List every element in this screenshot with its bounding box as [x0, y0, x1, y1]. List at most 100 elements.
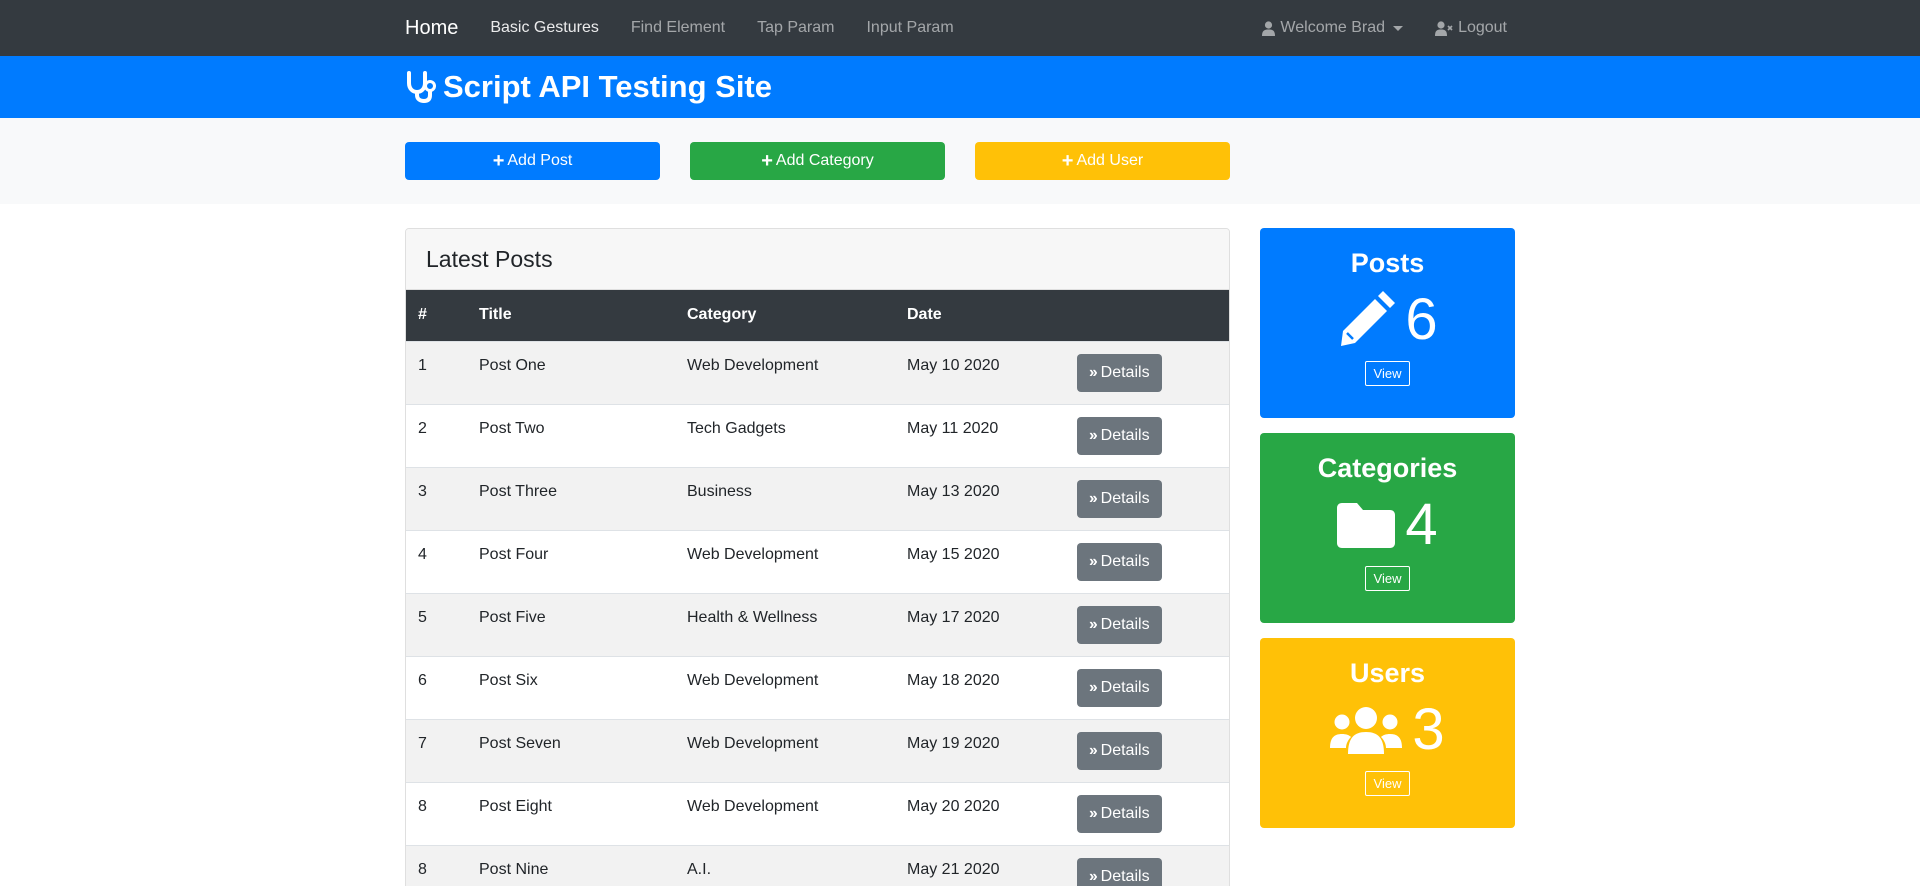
angle-double-right-icon: ››: [1089, 363, 1098, 381]
plus-icon: +: [1061, 150, 1074, 172]
folder-icon: [1337, 503, 1396, 548]
add-category-label: Add Category: [775, 152, 874, 169]
angle-double-right-icon: ››: [1089, 552, 1098, 570]
details-button[interactable]: ›› Details: [1077, 668, 1162, 707]
nav-link-find-element[interactable]: Find Element: [631, 19, 725, 37]
users-stat-row: 3: [1260, 697, 1515, 763]
details-button[interactable]: ›› Details: [1077, 542, 1162, 581]
nav-left: Home Basic Gestures Find Element Tap Par…: [405, 17, 986, 40]
cell-date: May 15 2020: [907, 545, 1000, 563]
details-button[interactable]: ›› Details: [1077, 353, 1162, 392]
stethoscope-icon: [407, 71, 436, 104]
posts-stat-row: 6: [1260, 287, 1515, 353]
nav-link-basic-gestures[interactable]: Basic Gestures: [490, 19, 598, 37]
cell-number: 6: [418, 671, 427, 689]
logout-link[interactable]: Logout: [1435, 19, 1507, 37]
cell-number: 4: [418, 545, 427, 563]
details-button[interactable]: ›› Details: [1077, 479, 1162, 518]
nav-home-link[interactable]: Home: [405, 17, 458, 40]
cell-title: Post Three: [479, 482, 557, 500]
cell-number: 2: [418, 419, 427, 437]
table-row: 1 Post One Web Development May 10 2020 ›› Det…: [406, 341, 1229, 404]
plus-icon: +: [492, 150, 505, 172]
main-content: Latest Posts # Title Category Date 1 Post…: [0, 204, 1920, 886]
view-posts-button[interactable]: View: [1364, 361, 1411, 386]
details-button[interactable]: ›› Details: [1077, 857, 1162, 886]
details-button[interactable]: ›› Details: [1077, 731, 1162, 770]
caret-down-icon: [1393, 25, 1404, 31]
column-header-number: #: [418, 306, 427, 324]
cell-number: 8: [418, 797, 427, 815]
table-row: 6 Post Six Web Development May 18 2020 ›› Det…: [406, 656, 1229, 719]
cell-date: May 17 2020: [907, 608, 1000, 626]
plus-icon: +: [761, 150, 773, 172]
posts-stat-card: Posts 6 View: [1260, 228, 1515, 418]
cell-date: May 20 2020: [907, 797, 1000, 815]
cell-title: Post Four: [479, 545, 549, 563]
latest-posts-card: Latest Posts # Title Category Date 1 Post…: [405, 228, 1230, 886]
angle-double-right-icon: ››: [1089, 804, 1098, 822]
posts-table-body: 1 Post One Web Development May 10 2020 ›› Det…: [406, 341, 1229, 886]
categories-stat-card: Categories 4 View: [1260, 433, 1515, 623]
view-users-button[interactable]: View: [1364, 771, 1411, 796]
users-icon: [1330, 707, 1403, 754]
posts-count: 6: [1405, 287, 1438, 352]
cell-category: Web Development: [687, 545, 819, 563]
categories-stat-row: 4: [1260, 492, 1515, 558]
angle-double-right-icon: ››: [1089, 489, 1098, 507]
nav-link-input-param[interactable]: Input Param: [866, 19, 953, 37]
cell-title: Post Seven: [479, 734, 561, 752]
table-row: 2 Post Two Tech Gadgets May 11 2020 ›› Detail…: [406, 404, 1229, 467]
add-category-button[interactable]: + Add Category: [690, 142, 945, 180]
cell-actions: ›› Details: [1065, 593, 1229, 656]
cell-title: Post Six: [479, 671, 538, 689]
table-row: 8 Post Nine A.I. May 21 2020 ›› Details: [406, 845, 1229, 886]
posts-table-header-row: # Title Category Date: [406, 290, 1229, 341]
table-row: 3 Post Three Business May 13 2020 ›› Details: [406, 467, 1229, 530]
details-button-label: Details: [1100, 867, 1150, 885]
cell-number: 8: [418, 860, 427, 878]
cell-number: 3: [418, 482, 427, 500]
action-bar: + Add Post + Add Category + Add User: [0, 118, 1920, 204]
cell-category: A.I.: [687, 860, 712, 878]
details-button[interactable]: ›› Details: [1077, 794, 1162, 833]
angle-double-right-icon: ››: [1089, 615, 1098, 633]
add-user-label: Add User: [1076, 152, 1144, 169]
table-row: 4 Post Four Web Development May 15 2020 ›› De…: [406, 530, 1229, 593]
users-stat-label: Users: [1349, 658, 1426, 688]
logout-label: Logout: [1458, 19, 1507, 36]
cell-actions: ›› Details: [1065, 530, 1229, 593]
column-header-actions: [1065, 290, 1229, 341]
cell-date: May 19 2020: [907, 734, 1000, 752]
user-menu-label: Welcome Brad: [1280, 19, 1386, 36]
cell-category: Web Development: [687, 356, 819, 374]
table-row: 5 Post Five Health & Wellness May 17 2020 ››…: [406, 593, 1229, 656]
view-categories-button[interactable]: View: [1364, 566, 1411, 591]
details-button-label: Details: [1100, 678, 1150, 696]
cell-date: May 21 2020: [907, 860, 1000, 878]
user-menu-dropdown[interactable]: Welcome Brad: [1262, 19, 1404, 37]
cell-date: May 18 2020: [907, 671, 1000, 689]
cell-title: Post Five: [479, 608, 546, 626]
add-post-label: Add Post: [507, 152, 573, 169]
cell-date: May 13 2020: [907, 482, 1000, 500]
details-button[interactable]: ›› Details: [1077, 605, 1162, 644]
latest-posts-title: Latest Posts: [426, 245, 553, 272]
cell-number: 5: [418, 608, 427, 626]
details-button-label: Details: [1100, 489, 1150, 507]
details-button[interactable]: ›› Details: [1077, 416, 1162, 455]
posts-table: # Title Category Date 1 Post One Web Devel…: [406, 290, 1229, 886]
cell-actions: ›› Details: [1065, 719, 1229, 782]
cell-title: Post Two: [479, 419, 545, 437]
user-icon: [1262, 20, 1276, 36]
add-user-button[interactable]: + Add User: [975, 142, 1230, 180]
cell-date: May 11 2020: [907, 419, 999, 437]
details-button-label: Details: [1100, 426, 1150, 444]
user-times-icon: [1435, 20, 1453, 36]
nav-right: Welcome Brad Logout: [1230, 19, 1515, 37]
cell-category: Web Development: [687, 671, 819, 689]
add-post-button[interactable]: + Add Post: [405, 142, 660, 180]
users-count: 3: [1412, 697, 1445, 762]
nav-link-tap-param[interactable]: Tap Param: [757, 19, 834, 37]
posts-stat-label: Posts: [1350, 248, 1425, 278]
